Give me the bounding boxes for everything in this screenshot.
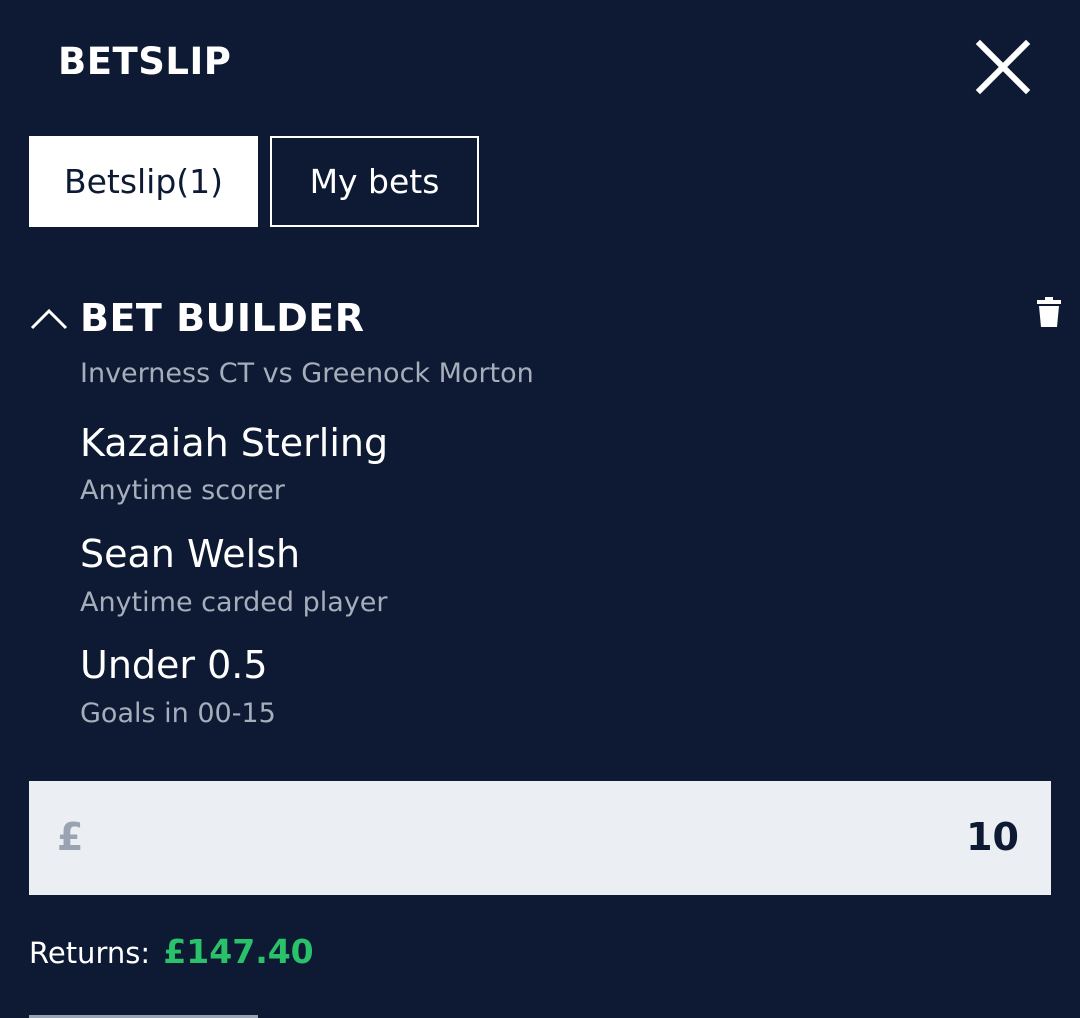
match-name: Inverness CT vs Greenock Morton bbox=[80, 358, 534, 389]
trash-icon[interactable] bbox=[1036, 296, 1062, 328]
selection-name: Under 0.5 bbox=[80, 643, 268, 687]
close-button[interactable] bbox=[972, 36, 1034, 98]
stake-input[interactable]: £ 10 bbox=[29, 781, 1051, 895]
returns: Returns: £147.40 bbox=[29, 932, 314, 973]
page-title: BETSLIP bbox=[58, 40, 232, 83]
selection-market: Goals in 00-15 bbox=[80, 698, 276, 729]
chevron-up-icon[interactable] bbox=[30, 302, 68, 332]
close-icon[interactable] bbox=[972, 36, 1034, 98]
stake-value[interactable]: 10 bbox=[966, 814, 1019, 860]
selection-name: Kazaiah Sterling bbox=[80, 421, 389, 465]
tab-my-bets[interactable]: My bets bbox=[270, 136, 479, 227]
bet-builder-title: BET BUILDER bbox=[80, 296, 365, 340]
returns-label: Returns: bbox=[29, 936, 151, 970]
tab-betslip[interactable]: Betslip(1) bbox=[29, 136, 258, 227]
selection-market: Anytime scorer bbox=[80, 475, 285, 506]
selection-market: Anytime carded player bbox=[80, 587, 388, 618]
currency-symbol: £ bbox=[57, 815, 84, 859]
selection-name: Sean Welsh bbox=[80, 532, 301, 576]
returns-value: £147.40 bbox=[163, 932, 314, 971]
